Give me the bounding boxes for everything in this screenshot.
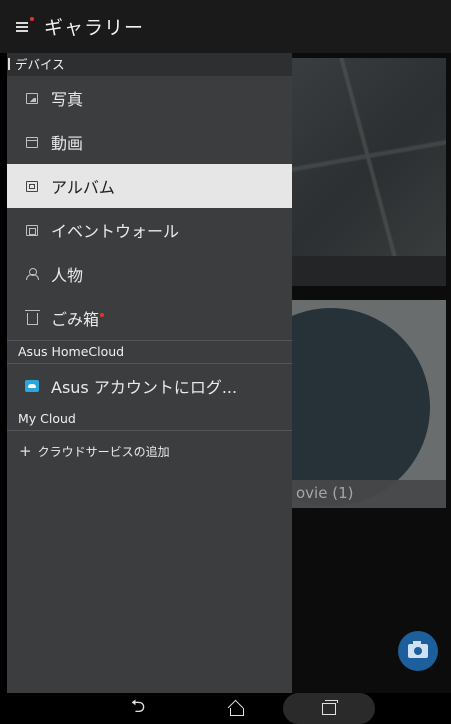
drawer-item-event-wall[interactable]: イベントウォール (7, 208, 292, 252)
person-icon (25, 268, 39, 280)
recent-apps-icon (322, 699, 338, 715)
drawer-item-label: アルバム (51, 178, 115, 197)
back-button[interactable]: ⮌ (114, 693, 162, 724)
drawer-item-trash[interactable]: ごみ箱 (7, 296, 292, 340)
asus-cloud-icon (25, 380, 39, 392)
album-thumbnail[interactable]: ovie (1) (292, 300, 446, 508)
drawer-item-label: Asus アカウントにログ... (51, 378, 238, 397)
menu-button[interactable] (4, 0, 40, 53)
trash-icon (24, 310, 40, 325)
drawer-item-people[interactable]: 人物 (7, 252, 292, 296)
photo-icon (26, 92, 38, 104)
notification-dot (30, 17, 34, 21)
drawer-item-videos[interactable]: 動画 (7, 120, 292, 164)
drawer-item-add-cloud-service[interactable]: + クラウドサービスの追加 (7, 431, 292, 471)
drawer-item-asus-login[interactable]: Asus アカウントにログ... (7, 364, 292, 408)
album-caption: ovie (1) (292, 480, 446, 508)
drawer-item-label: 人物 (51, 266, 84, 285)
album-icon (26, 180, 38, 192)
album-thumbnail[interactable] (292, 58, 446, 286)
video-icon (26, 136, 38, 148)
section-header-homecloud: Asus HomeCloud (18, 344, 125, 359)
drawer-item-label: 写真 (51, 90, 84, 109)
drawer-item-albums[interactable]: アルバム (7, 164, 292, 208)
event-wall-icon (26, 224, 38, 236)
drawer-item-photos[interactable]: 写真 (7, 76, 292, 120)
back-icon: ⮌ (130, 695, 146, 717)
recent-apps-button[interactable] (283, 693, 375, 724)
section-header-device: デバイス (7, 53, 292, 76)
thumbnail-caption-bar (292, 256, 446, 286)
drawer-item-label: 動画 (51, 134, 84, 153)
navigation-drawer: デバイス 写真 動画 アルバム イベントウォール 人物 ごみ箱 Asus Hom… (7, 53, 292, 693)
home-button[interactable] (212, 693, 260, 724)
drawer-item-label: イベントウォール (51, 222, 180, 241)
app-bar: ギャラリー (0, 0, 451, 53)
camera-button[interactable] (398, 631, 438, 671)
section-header-mycloud: My Cloud (18, 411, 76, 426)
thumbnail-image (292, 308, 430, 506)
app-title: ギャラリー (44, 17, 145, 39)
menu-icon (16, 21, 28, 32)
home-icon (228, 702, 244, 716)
drawer-item-label: クラウドサービスの追加 (37, 444, 170, 459)
drawer-item-label: ごみ箱 (51, 310, 100, 329)
system-navigation-bar: ⮌ (0, 693, 451, 724)
thumbnail-image (292, 58, 446, 256)
plus-icon: + (19, 442, 32, 460)
camera-icon (408, 641, 428, 658)
new-badge-dot (100, 313, 105, 317)
